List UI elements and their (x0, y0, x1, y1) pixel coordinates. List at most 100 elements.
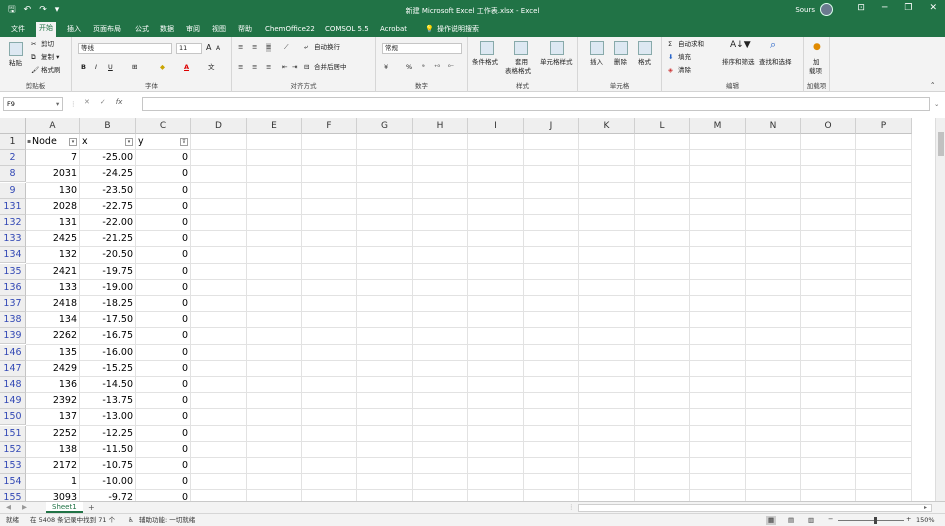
name-box-dropdown-icon[interactable]: ▾ (56, 100, 59, 109)
phonetic-button[interactable]: 文 (208, 63, 215, 72)
sheet-divider-icon[interactable]: ⋮ (568, 503, 575, 512)
comma-button[interactable]: ⁹ (422, 63, 425, 72)
row-header[interactable]: 2 (0, 150, 26, 167)
cell-x[interactable]: -12.25 (80, 426, 136, 442)
row-header[interactable]: 138 (0, 312, 26, 329)
cell-x[interactable]: -16.00 (80, 345, 136, 361)
filter-dropdown-icon[interactable]: ▾ (69, 138, 77, 146)
tab-acrobat[interactable]: Acrobat (377, 23, 410, 37)
status-accessibility[interactable]: 辅助功能: 一切就绪 (139, 516, 195, 525)
column-header-p[interactable]: P (856, 118, 912, 134)
increase-indent-icon[interactable]: ⇥ (292, 63, 297, 72)
column-header-i[interactable]: I (468, 118, 524, 134)
collapse-ribbon-icon[interactable]: ⌃ (930, 81, 935, 90)
font-color-button[interactable]: A (184, 63, 189, 72)
column-header-a[interactable]: A (26, 118, 80, 134)
row-header[interactable]: 131 (0, 198, 26, 215)
tab-comsol[interactable]: COMSOL 5.5 (322, 23, 372, 37)
delete-cells-icon[interactable] (614, 41, 628, 55)
column-header-b[interactable]: B (80, 118, 136, 134)
tab-review[interactable]: 审阅 (183, 23, 203, 37)
cell-y[interactable]: 0 (136, 264, 191, 280)
tab-home[interactable]: 开始 (36, 22, 56, 37)
cell-y[interactable]: 0 (136, 280, 191, 296)
cell-node[interactable]: 2392 (26, 393, 80, 409)
zoom-in-button[interactable]: + (906, 515, 911, 524)
vertical-scrollbar[interactable] (935, 118, 945, 501)
cell-x[interactable]: -19.00 (80, 280, 136, 296)
percent-button[interactable]: % (406, 63, 412, 72)
cell-y[interactable]: 0 (136, 361, 191, 377)
border-button[interactable]: ⊞ (132, 63, 137, 72)
cell-x[interactable]: -22.00 (80, 215, 136, 231)
normal-view-icon[interactable]: ▦ (766, 516, 777, 525)
format-table-label[interactable]: 表格格式 (505, 67, 531, 76)
cell-node[interactable]: 135 (26, 345, 80, 361)
cell-x[interactable]: -22.75 (80, 199, 136, 215)
cell-node[interactable]: 134 (26, 312, 80, 328)
cell-x[interactable]: -23.50 (80, 183, 136, 199)
filter-active-icon[interactable]: ⊽ (180, 138, 188, 146)
number-format-select[interactable]: 常规 (382, 43, 462, 54)
row-header[interactable]: 149 (0, 393, 26, 410)
cell-node[interactable]: 133 (26, 280, 80, 296)
cell-x[interactable]: -9.72 (80, 490, 136, 501)
column-header-j[interactable]: J (524, 118, 579, 134)
column-header-k[interactable]: K (579, 118, 635, 134)
font-name-select[interactable]: 等线 (78, 43, 172, 54)
cell-y[interactable]: 0 (136, 377, 191, 393)
cell-y[interactable]: 0 (136, 296, 191, 312)
cell-node[interactable]: 1 (26, 474, 80, 490)
cell-y[interactable]: 0 (136, 150, 191, 166)
row-header[interactable]: 132 (0, 215, 26, 231)
tab-insert[interactable]: 插入 (64, 23, 84, 37)
tab-help[interactable]: 帮助 (235, 23, 255, 37)
page-layout-view-icon[interactable]: ▤ (788, 516, 794, 525)
cell-y[interactable]: 0 (136, 490, 191, 501)
cell-x[interactable]: -19.75 (80, 264, 136, 280)
avatar[interactable] (820, 3, 833, 16)
expand-formula-icon[interactable]: ⌄ (934, 100, 939, 109)
cell-y[interactable]: 0 (136, 199, 191, 215)
cell-y[interactable]: 0 (136, 426, 191, 442)
cell-node[interactable]: 2421 (26, 264, 80, 280)
cell-y[interactable]: 0 (136, 312, 191, 328)
zoom-slider[interactable] (838, 520, 904, 521)
row-header[interactable]: 154 (0, 474, 26, 491)
row-header[interactable]: 155 (0, 490, 26, 501)
merge-center-button[interactable]: 合并后居中 (314, 63, 347, 72)
cell-node[interactable]: 2425 (26, 231, 80, 247)
row-header[interactable]: 8 (0, 166, 26, 183)
cell-node[interactable]: 130 (26, 183, 80, 199)
horizontal-scrollbar[interactable] (578, 504, 932, 512)
column-header-e[interactable]: E (247, 118, 302, 134)
sort-filter-button[interactable]: 排序和筛选 (722, 58, 755, 67)
scroll-right-icon[interactable]: ▸ (924, 503, 927, 512)
row-header[interactable]: 146 (0, 344, 26, 361)
align-right-icon[interactable]: ≡ (266, 63, 271, 72)
currency-button[interactable]: ¥ (384, 63, 388, 72)
formula-input[interactable] (142, 97, 930, 111)
cell-node[interactable]: 2172 (26, 458, 80, 474)
close-button[interactable]: ✕ (929, 3, 937, 13)
filter-dropdown-icon[interactable]: ▾ (125, 138, 133, 146)
cell-node[interactable]: 7 (26, 150, 80, 166)
row-header[interactable]: 150 (0, 409, 26, 426)
cell-x[interactable]: -21.25 (80, 231, 136, 247)
paste-icon[interactable] (9, 42, 23, 56)
cell-node[interactable]: 2252 (26, 426, 80, 442)
cell-node[interactable]: 136 (26, 377, 80, 393)
italic-button[interactable]: I (95, 63, 97, 72)
column-header-l[interactable]: L (635, 118, 690, 134)
name-box[interactable]: F9 (3, 97, 63, 111)
row-header[interactable]: 134 (0, 247, 26, 264)
column-header-f[interactable]: F (302, 118, 357, 134)
row-header[interactable]: 147 (0, 360, 26, 377)
cell-node[interactable]: 2418 (26, 296, 80, 312)
row-header[interactable]: 139 (0, 328, 26, 345)
grow-font-button[interactable]: A (206, 43, 211, 52)
sort-filter-icon[interactable]: A↓▼ (730, 41, 751, 50)
tab-file[interactable]: 文件 (8, 23, 28, 37)
wrap-text-button[interactable]: 自动换行 (314, 43, 340, 52)
tab-view[interactable]: 视图 (209, 23, 229, 37)
